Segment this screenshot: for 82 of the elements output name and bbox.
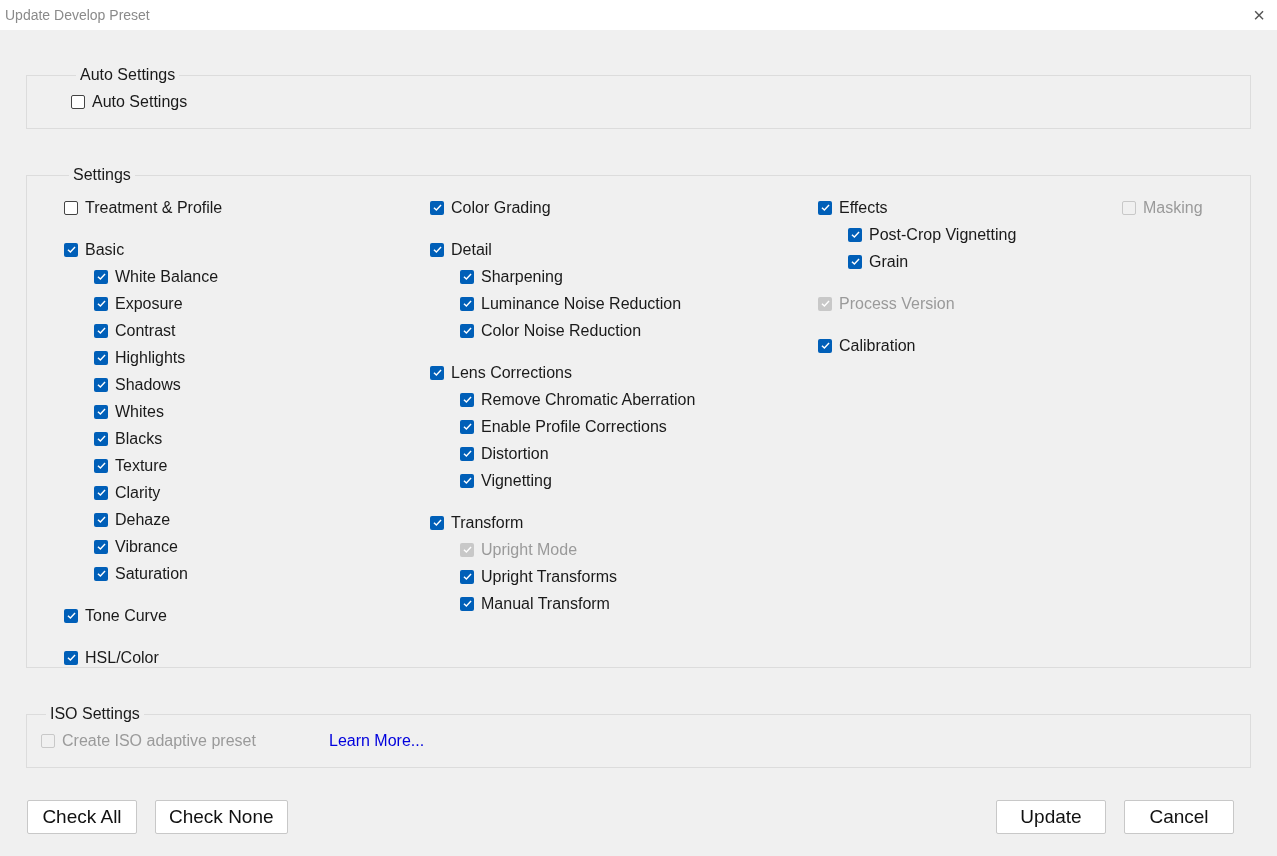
checkbox-label: Vibrance [115, 536, 178, 557]
checkbox-label: Color Grading [451, 197, 551, 218]
checkbox[interactable] [94, 539, 108, 554]
checkbox[interactable] [460, 323, 474, 338]
checkbox[interactable] [94, 566, 108, 581]
checkbox-label: Clarity [115, 482, 161, 503]
checkbox-label: Tone Curve [85, 605, 167, 626]
checkbox[interactable] [64, 200, 78, 215]
group-title: Settings [72, 165, 132, 185]
checkbox-label: Basic [85, 239, 125, 260]
checkbox[interactable] [94, 350, 108, 365]
checkbox[interactable] [94, 485, 108, 500]
checkbox[interactable] [460, 392, 474, 407]
checkbox-label: Enable Profile Corrections [481, 416, 667, 437]
checkbox-label: Blacks [115, 428, 163, 449]
checkbox-label: Lens Corrections [451, 362, 572, 383]
checkbox[interactable] [460, 296, 474, 311]
group-title: Auto Settings [79, 65, 177, 85]
checkbox[interactable] [460, 473, 474, 488]
checkbox-label: Grain [869, 251, 909, 272]
checkbox-label: Detail [451, 239, 492, 260]
checkbox-label: Treatment & Profile [85, 197, 223, 218]
checkbox-label: Distortion [481, 443, 549, 464]
dialog-button[interactable]: Check None [155, 800, 288, 834]
checkbox-label: Effects [839, 197, 888, 218]
checkbox-label: Calibration [839, 335, 916, 356]
checkbox-label: Process Version [839, 293, 955, 314]
checkbox-label: Remove Chromatic Aberration [481, 389, 696, 410]
checkbox-label: Exposure [115, 293, 183, 314]
checkbox[interactable] [94, 377, 108, 392]
checkbox[interactable] [430, 242, 444, 257]
checkbox-label: Shadows [115, 374, 181, 395]
checkbox[interactable] [848, 227, 862, 242]
checkbox-label: Color Noise Reduction [481, 320, 642, 341]
checkbox-label: Saturation [115, 563, 188, 584]
checkbox-label: Auto Settings [92, 91, 188, 112]
dialog-button[interactable]: Check All [27, 800, 137, 834]
checkbox[interactable] [94, 323, 108, 338]
dialog-button[interactable]: Cancel [1124, 800, 1234, 834]
learn-more-link[interactable]: Learn More... [329, 728, 425, 753]
checkbox[interactable] [430, 200, 444, 215]
checkbox[interactable] [64, 650, 78, 665]
checkbox[interactable] [460, 446, 474, 461]
checkbox-label: Create ISO adaptive preset [62, 730, 256, 751]
checkbox[interactable] [94, 431, 108, 446]
dialog-button[interactable]: Update [996, 800, 1106, 834]
checkbox-label: Contrast [115, 320, 176, 341]
checkbox-label: Luminance Noise Reduction [481, 293, 682, 314]
checkbox-label: Manual Transform [481, 593, 610, 614]
checkbox-label: White Balance [115, 266, 219, 287]
checkbox[interactable] [94, 404, 108, 419]
checkbox[interactable] [430, 515, 444, 530]
checkbox[interactable] [64, 242, 78, 257]
checkbox[interactable] [64, 608, 78, 623]
checkbox[interactable] [94, 296, 108, 311]
checkbox[interactable] [818, 200, 832, 215]
checkbox[interactable] [460, 569, 474, 584]
checkbox[interactable] [460, 269, 474, 284]
checkbox-label: HSL/Color [85, 647, 159, 668]
checkbox-label: Dehaze [115, 509, 171, 530]
checkbox-label: Post-Crop Vignetting [869, 224, 1017, 245]
checkbox[interactable] [460, 419, 474, 434]
checkbox[interactable] [430, 365, 444, 380]
checkbox-label: Vignetting [481, 470, 552, 491]
checkbox[interactable] [94, 269, 108, 284]
checkbox-label: Transform [451, 512, 524, 533]
checkbox[interactable] [818, 338, 832, 353]
checkbox[interactable] [94, 458, 108, 473]
checkbox-label: Highlights [115, 347, 186, 368]
close-button[interactable]: × [1249, 5, 1269, 25]
checkbox-label: Masking [1143, 197, 1203, 218]
checkbox-label: Whites [115, 401, 164, 422]
checkbox-label: Upright Mode [481, 539, 578, 560]
window-title: Update Develop Preset [5, 5, 150, 25]
group-title: ISO Settings [49, 704, 141, 724]
checkbox[interactable] [94, 512, 108, 527]
checkbox-label: Sharpening [481, 266, 563, 287]
checkbox[interactable] [460, 596, 474, 611]
checkbox-label: Upright Transforms [481, 566, 618, 587]
checkbox[interactable] [71, 94, 85, 109]
checkbox[interactable] [848, 254, 862, 269]
checkbox-label: Texture [115, 455, 168, 476]
